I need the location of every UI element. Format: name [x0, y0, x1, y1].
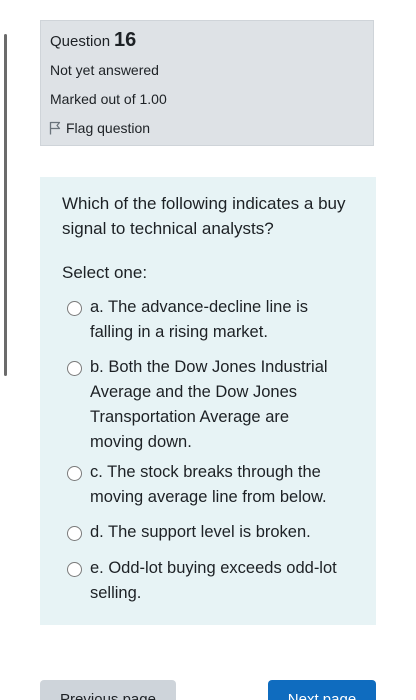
- radio-button[interactable]: [67, 526, 82, 541]
- previous-page-button[interactable]: Previous page: [40, 680, 176, 700]
- next-page-button[interactable]: Next page: [268, 680, 376, 700]
- option-label[interactable]: b. Both the Dow Jones Industrial Average…: [90, 355, 345, 455]
- radio-button[interactable]: [67, 562, 82, 577]
- answer-option-a[interactable]: a. The advance-decline line is falling i…: [67, 297, 345, 345]
- quiz-page: Question 16 Not yet answered Marked out o…: [0, 0, 416, 700]
- radio-button[interactable]: [67, 466, 82, 481]
- scroll-indicator: [4, 34, 7, 376]
- answer-status: Not yet answered: [50, 62, 159, 78]
- radio-button[interactable]: [67, 301, 82, 316]
- radio-button[interactable]: [67, 361, 82, 376]
- select-one-prompt: Select one:: [62, 263, 148, 282]
- option-label[interactable]: d. The support level is broken.: [90, 520, 345, 545]
- answer-option-e[interactable]: e. Odd-lot buying exceeds odd-lot sellin…: [67, 558, 345, 606]
- question-info-panel: Question 16 Not yet answered Marked out o…: [40, 20, 374, 146]
- answer-option-c[interactable]: c. The stock breaks through the moving a…: [67, 462, 345, 510]
- answer-option-d[interactable]: d. The support level is broken.: [67, 522, 345, 545]
- question-text: Which of the following indicates a buy s…: [62, 194, 346, 238]
- marks-info: Marked out of 1.00: [50, 91, 167, 107]
- question-label: Question: [50, 33, 111, 50]
- flag-icon[interactable]: [49, 121, 61, 135]
- flag-question-label[interactable]: Flag question: [66, 120, 150, 136]
- option-label[interactable]: a. The advance-decline line is falling i…: [90, 295, 345, 345]
- option-label[interactable]: c. The stock breaks through the moving a…: [90, 460, 345, 510]
- question-header: Question 16: [50, 29, 136, 52]
- option-label[interactable]: e. Odd-lot buying exceeds odd-lot sellin…: [90, 556, 345, 606]
- flag-question-link[interactable]: Flag question: [49, 120, 150, 136]
- question-number: 16: [114, 29, 137, 51]
- question-content-panel: Which of the following indicates a buy s…: [40, 177, 376, 625]
- answer-option-b[interactable]: b. Both the Dow Jones Industrial Average…: [67, 357, 345, 455]
